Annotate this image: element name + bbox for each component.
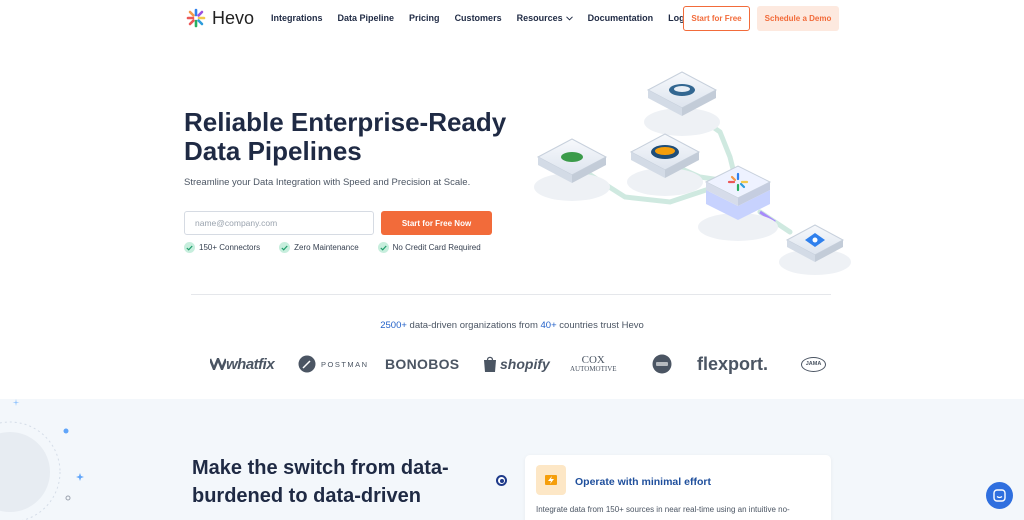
bolt-icon [536,465,566,495]
pipeline-illustration [534,71,851,275]
customer-logos: whatfix POSTMAN BONOBOS shopify COX AUTO… [205,350,835,378]
trust-count: 2500+ [380,320,407,331]
logo-bonobos-text: BONOBOS [385,356,460,372]
logo-bonobos: BONOBOS [385,350,459,378]
trust-text-end: countries trust Hevo [556,320,644,331]
logo-postman: POSTMAN [298,350,369,378]
switch-section: Make the switch from data-burdened to da… [0,399,1024,520]
check-icon [279,242,291,253]
logo-cox-automotive: COX AUTOMOTIVE [570,350,617,378]
feature-title: Operate with minimal effort [575,476,711,488]
nav-link-customers[interactable]: Customers [455,13,502,23]
brand-name: Hevo [212,7,255,28]
schedule-demo-button[interactable]: Schedule a Demo [757,6,839,31]
nav-link-integrations[interactable]: Integrations [271,13,323,23]
logo-whatfix: whatfix [210,350,275,378]
nav-link-resources[interactable]: Resources [517,13,573,23]
logo-flexport-text: flexport. [697,353,769,374]
logo-shopify-text: shopify [500,356,550,372]
trust-text-mid: data-driven organizations from [406,320,541,331]
check-item-connectors: 150+ Connectors [184,242,260,253]
feature-description: Integrate data from 150+ sources in near… [536,505,790,514]
switch-section-title: Make the switch from data-burdened to da… [192,457,449,507]
check-label: Zero Maintenance [294,243,359,252]
feature-card-minimal-effort[interactable]: Operate with minimal effort Integrate da… [525,455,831,520]
nav-links: Integrations Data Pipeline Pricing Custo… [271,13,693,23]
start-free-button[interactable]: Start for Free [683,6,750,31]
start-free-now-button[interactable]: Start for Free Now [381,211,492,235]
nav-link-resources-label: Resources [516,13,563,23]
logo-whatfix-text: whatfix [226,355,275,373]
hero-title: Reliable Enterprise-Ready Data Pipelines [184,107,507,166]
whatfix-mark-icon [210,358,226,370]
chat-widget-button[interactable] [986,482,1013,509]
hero-divider [191,294,831,295]
check-label: No Credit Card Required [392,243,481,252]
hevo-logo-icon [186,8,206,28]
hero-subtitle: Streamline your Data Integration with Sp… [184,177,471,188]
timeline-dot [496,475,507,486]
chevron-down-icon [565,15,573,21]
logo-jama-text: JAMA [801,356,826,372]
trust-statement: 2500+ data-driven organizations from 40+… [0,320,1024,331]
nav-link-pricing[interactable]: Pricing [409,13,440,23]
chat-icon [993,489,1006,502]
hero-checklist: 150+ Connectors Zero Maintenance No Cred… [184,242,481,253]
round-badge-icon [652,354,672,374]
decorative-circles [0,399,84,520]
logo-jama: JAMA [801,350,826,378]
logo-postman-text: POSTMAN [321,359,369,369]
trust-countries: 40+ [540,320,557,331]
check-item-maintenance: Zero Maintenance [279,242,359,253]
logo-shopify: shopify [483,350,550,378]
nav-link-data-pipeline[interactable]: Data Pipeline [338,13,395,23]
postman-mark-icon [298,355,316,373]
check-icon [184,242,195,253]
email-input[interactable] [184,211,374,235]
nav-link-documentation[interactable]: Documentation [588,13,654,23]
check-icon [377,242,389,253]
check-label: 150+ Connectors [199,243,261,252]
shopify-bag-icon [484,356,496,372]
check-item-no-card: No Credit Card Required [377,242,481,253]
top-navbar: Hevo Integrations Data Pipeline Pricing … [0,0,1024,38]
brand-logo[interactable]: Hevo [185,7,254,29]
logo-badge [652,350,672,378]
source-tile-postgres [646,71,718,116]
logo-cox-line2: AUTOMOTIVE [570,365,617,373]
logo-flexport: flexport. [697,350,768,378]
